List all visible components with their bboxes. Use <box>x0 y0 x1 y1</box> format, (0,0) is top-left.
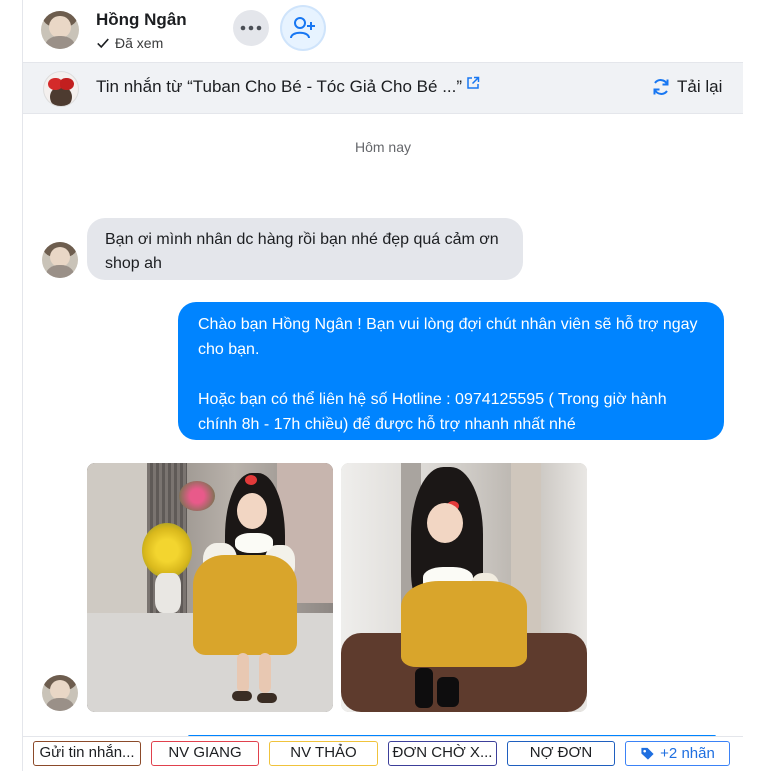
sender-avatar[interactable] <box>42 675 78 711</box>
message-source-text: Tin nhắn từ “Tuban Cho Bé - Tóc Giả Cho … <box>96 77 463 96</box>
left-divider <box>0 0 23 771</box>
reload-label: Tải lại <box>677 77 723 96</box>
refresh-icon <box>653 79 669 95</box>
more-icon <box>240 25 262 31</box>
more-labels-button[interactable]: +2 nhãn <box>625 741 730 766</box>
check-icon <box>97 38 109 49</box>
message-source[interactable]: Tin nhắn từ “Tuban Cho Bé - Tóc Giả Cho … <box>96 76 480 97</box>
seen-status: Đã xem <box>96 35 163 51</box>
more-options-button[interactable] <box>233 10 269 46</box>
incoming-message[interactable]: Bạn ơi mình nhân dc hàng rồi bạn nhé đẹp… <box>87 218 523 280</box>
outgoing-message-paragraph: Chào bạn Hồng Ngân ! Bạn vui lòng đợi ch… <box>198 316 698 358</box>
add-friend-button[interactable] <box>282 7 324 49</box>
sender-avatar[interactable] <box>42 242 78 278</box>
add-friend-icon <box>290 17 315 39</box>
outgoing-message[interactable]: Chào bạn Hồng Ngân ! Bạn vui lòng đợi ch… <box>178 302 724 440</box>
photo-attachment[interactable] <box>341 463 587 712</box>
reload-button[interactable]: Tải lại <box>651 77 722 97</box>
external-link-icon[interactable] <box>466 76 480 90</box>
message-source-bar: Tin nhắn từ “Tuban Cho Bé - Tóc Giả Cho … <box>23 63 743 114</box>
more-labels-text: +2 nhãn <box>660 744 715 762</box>
label-tag[interactable]: NV THẢO <box>269 741 378 766</box>
label-tag[interactable]: NỢ ĐƠN <box>507 741 615 766</box>
contact-avatar[interactable] <box>41 11 79 49</box>
seen-status-label: Đã xem <box>115 35 164 51</box>
label-tag[interactable]: ĐƠN CHỜ X... <box>388 741 497 766</box>
tag-icon <box>641 747 654 760</box>
label-tag[interactable]: Gửi tin nhắn... <box>33 741 141 766</box>
day-separator: Hôm nay <box>354 139 412 155</box>
outgoing-message-paragraph: Hoặc bạn có thể liên hệ số Hotline : 097… <box>198 391 667 433</box>
photo-attachment[interactable] <box>87 463 333 712</box>
label-tag[interactable]: NV GIANG <box>151 741 259 766</box>
contact-name[interactable]: Hồng Ngân <box>96 10 187 30</box>
page-avatar <box>43 71 79 107</box>
right-edge <box>743 0 771 771</box>
